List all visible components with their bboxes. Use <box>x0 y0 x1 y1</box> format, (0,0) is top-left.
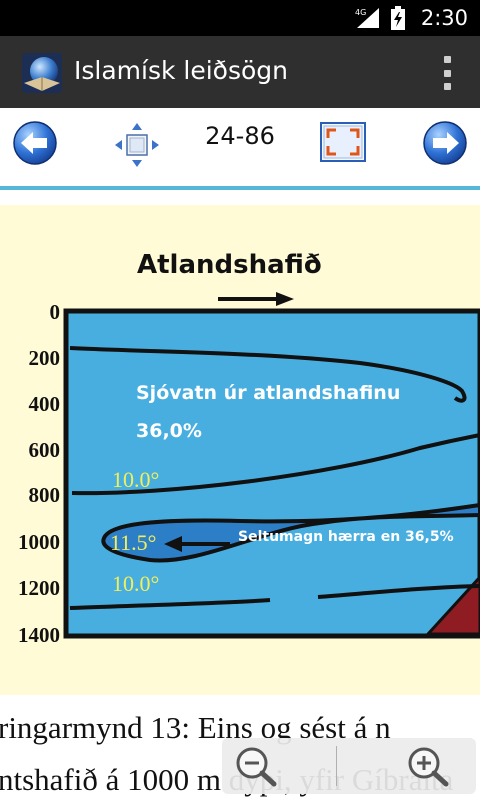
move-icon[interactable] <box>114 122 160 168</box>
depth-label: 1400 <box>18 623 60 647</box>
salinity-label: Seltumagn hærra en 36,5% <box>238 529 454 545</box>
salinity-value: 36,0% <box>136 420 202 442</box>
navigation-toolbar: 24-86 <box>0 108 480 184</box>
fullscreen-icon[interactable] <box>320 122 366 162</box>
depth-label: 400 <box>29 392 61 416</box>
ocean-diagram: Atlandshafið 0 200 400 600 800 1000 1200… <box>0 205 480 695</box>
status-icons: 4G 2:30 <box>355 0 468 36</box>
back-arrow-icon[interactable] <box>12 120 58 166</box>
zoom-out-icon[interactable] <box>232 744 280 788</box>
network-type: 4G <box>355 8 366 17</box>
temperature-middle: 11.5° <box>110 530 156 555</box>
depth-label: 800 <box>29 483 61 507</box>
forward-arrow-icon[interactable] <box>422 120 468 166</box>
page-indicator: 24-86 <box>205 122 275 150</box>
app-logo-icon[interactable] <box>22 53 62 93</box>
depth-axis-labels: 0 200 400 600 800 1000 1200 1400 <box>18 300 60 647</box>
zoom-controls <box>222 738 476 794</box>
temperature-lower: 10.0° <box>112 571 159 596</box>
overflow-menu-icon[interactable] <box>444 56 452 90</box>
status-bar: 4G 2:30 <box>0 0 480 36</box>
toolbar-divider <box>0 186 480 190</box>
depth-label: 0 <box>50 300 61 324</box>
battery-icon <box>390 6 405 30</box>
app-title: Islamísk leiðsögn <box>74 56 289 85</box>
temperature-upper: 10.0° <box>112 467 159 492</box>
depth-label: 600 <box>29 438 61 462</box>
action-bar: Islamísk leiðsögn <box>0 36 480 108</box>
depth-label: 1200 <box>18 576 60 600</box>
water-label: Sjóvatn úr atlandshafinu <box>136 382 400 404</box>
current-arrow <box>218 292 294 306</box>
signal-icon: 4G <box>355 8 379 28</box>
zoom-in-icon[interactable] <box>404 744 452 788</box>
depth-label: 1000 <box>18 530 60 554</box>
status-time: 2:30 <box>420 6 468 30</box>
diagram-title: Atlandshafið <box>137 250 322 280</box>
zoom-separator <box>336 746 337 786</box>
depth-label: 200 <box>29 346 61 370</box>
